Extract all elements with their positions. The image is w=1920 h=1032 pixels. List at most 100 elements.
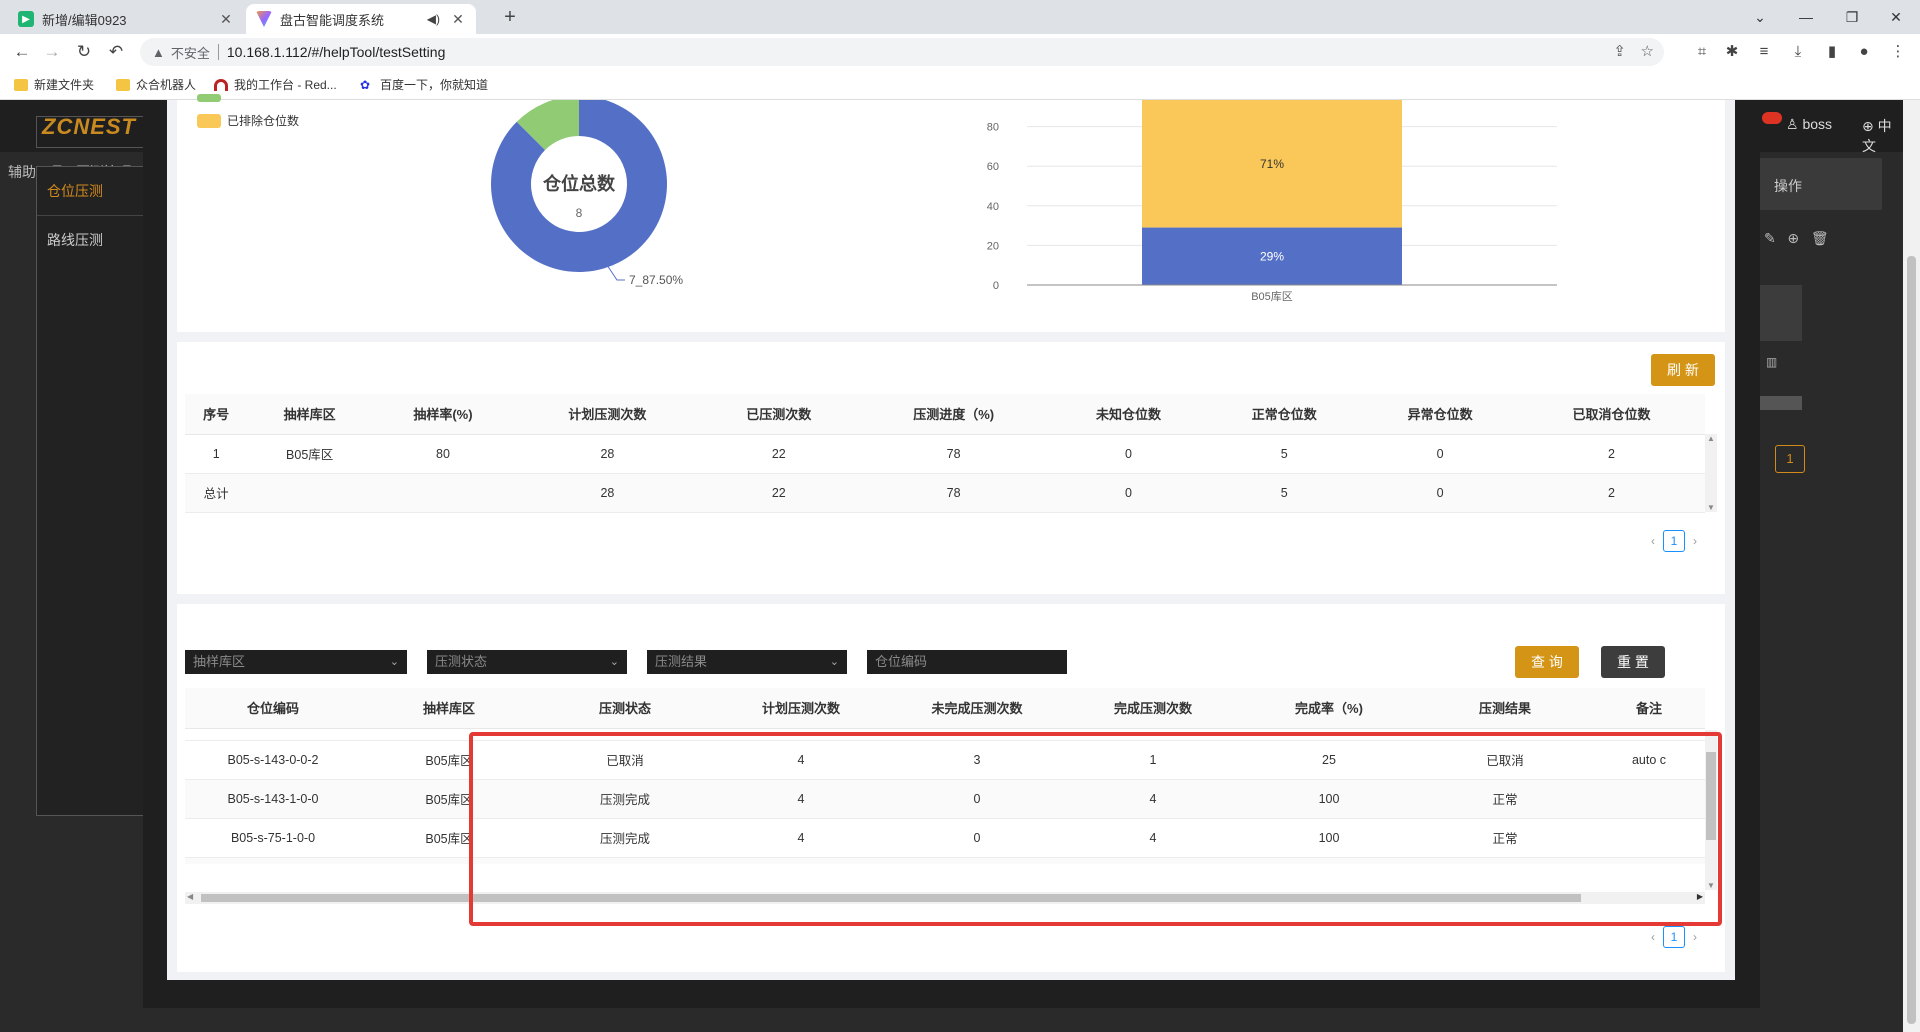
- horizontal-scrollbar[interactable]: [1760, 396, 1802, 410]
- media-icon[interactable]: ≡: [1752, 40, 1776, 64]
- menu-item-location-test[interactable]: 仓位压测: [37, 167, 143, 216]
- table-cell: 78: [856, 473, 1051, 513]
- delete-icon[interactable]: 🗑: [1811, 230, 1829, 246]
- menu-icon[interactable]: ⋮: [1886, 40, 1910, 64]
- page-number[interactable]: 1: [1663, 926, 1685, 948]
- table-cell: 2: [1518, 473, 1705, 513]
- location-code-input[interactable]: 仓位编码: [867, 650, 1067, 674]
- table-cell: 28: [513, 473, 701, 513]
- status-filter-select[interactable]: 压测状态 ⌄: [427, 650, 627, 674]
- table-cell: B05库区: [247, 434, 372, 474]
- refresh-button[interactable]: 刷 新: [1651, 354, 1715, 386]
- extensions-icon[interactable]: ✱: [1720, 40, 1744, 64]
- bar-chart: 0 20 40 60 80 71% 29% B05库区: [987, 100, 1557, 303]
- browser-tab-2[interactable]: 盘古智能调度系统 ◀) ✕: [246, 4, 476, 34]
- table-cell: 0: [1050, 473, 1207, 513]
- bookmark-star-icon[interactable]: ☆: [1641, 42, 1654, 60]
- scroll-up-icon[interactable]: ▲: [1707, 434, 1715, 443]
- operation-column-header: 操作: [1760, 158, 1882, 210]
- user-menu[interactable]: ♙ boss: [1786, 116, 1832, 133]
- column-header: 备注: [1593, 688, 1705, 729]
- column-header: 已压测次数: [700, 394, 857, 435]
- page-scrollbar[interactable]: [1903, 100, 1920, 1032]
- menu-search-input[interactable]: [36, 116, 144, 148]
- crop-icon[interactable]: ⌗: [1690, 40, 1714, 64]
- summary-vscroll[interactable]: ▲ ▼: [1705, 434, 1717, 512]
- pie-center-title: 仓位总数: [542, 173, 616, 194]
- bookmark-redmine[interactable]: 我的工作台 - Red...: [214, 76, 337, 93]
- area-filter-select[interactable]: 抽样库区 ⌄: [185, 650, 407, 674]
- table-cell: B05-s-75-1-0-0: [185, 818, 361, 858]
- result-filter-select[interactable]: 压测结果 ⌄: [647, 650, 847, 674]
- legend-swatch: [197, 113, 221, 128]
- address-bar[interactable]: ▲ 不安全 10.168.1.112/#/helpTool/testSettin…: [140, 38, 1664, 66]
- scroll-left-icon[interactable]: ◀: [187, 892, 193, 901]
- language-switch[interactable]: ⊕ 中文: [1862, 116, 1903, 156]
- legend-swatch: [197, 94, 221, 102]
- page-number[interactable]: 1: [1663, 530, 1685, 552]
- sidepanel-icon[interactable]: ▮: [1820, 40, 1844, 64]
- table-row[interactable]: 总计 28 22 78 0 5 0 2: [185, 473, 1705, 513]
- summary-table: 序号 抽样库区 抽样率(%) 计划压测次数 已压测次数 压测进度（%) 未知仓位数 正常仓位数…: [185, 394, 1705, 513]
- reset-button[interactable]: 重 置: [1601, 646, 1665, 678]
- new-tab-button[interactable]: +: [498, 6, 522, 29]
- input-placeholder: 仓位编码: [875, 654, 928, 669]
- edit-icon[interactable]: ✎: [1764, 230, 1776, 246]
- column-header: 已取消仓位数: [1518, 394, 1705, 435]
- table-row[interactable]: 1 B05库区 80 28 22 78 0 5 0 2: [185, 434, 1705, 474]
- forward-icon[interactable]: →: [40, 40, 64, 64]
- notification-badge[interactable]: [1762, 112, 1782, 124]
- bookmark-folder-1[interactable]: 新建文件夹: [14, 76, 94, 93]
- side-menu: 仓位压测 路线压测: [36, 166, 144, 816]
- bar-x-tick: B05库区: [1251, 290, 1293, 303]
- y-tick-label: 20: [987, 240, 999, 252]
- bookmark-folder-2[interactable]: 众合机器人: [116, 76, 196, 93]
- warning-icon[interactable]: ▲: [152, 45, 165, 60]
- column-header: 未知仓位数: [1050, 394, 1207, 435]
- detail-header-row: 仓位编码 抽样库区 压测状态 计划压测次数 未完成压测次数 完成压测次数 完成率（%) 压测结…: [185, 688, 1705, 729]
- audio-icon[interactable]: ◀): [427, 12, 440, 26]
- tab-search-icon[interactable]: ⌄: [1740, 4, 1780, 30]
- column-header: 计划压测次数: [713, 688, 889, 729]
- divider: [217, 44, 219, 60]
- browser-tab-1[interactable]: ▶ 新增/编辑0923 ✕: [8, 4, 244, 34]
- prev-page-icon[interactable]: ‹: [1651, 534, 1655, 548]
- select-placeholder: 压测状态: [435, 654, 488, 669]
- detail-pager: ‹ 1 ›: [1651, 926, 1697, 948]
- table-cell: 0: [1050, 434, 1207, 474]
- tab-close-icon[interactable]: ✕: [450, 11, 466, 28]
- column-header: 异常仓位数: [1362, 394, 1518, 435]
- share-icon[interactable]: ⇪: [1613, 42, 1626, 60]
- menu-item-route-test[interactable]: 路线压测: [37, 216, 143, 264]
- maximize-button[interactable]: ❐: [1832, 4, 1872, 30]
- query-button[interactable]: 查 询: [1515, 646, 1579, 678]
- prev-page-icon[interactable]: ‹: [1651, 930, 1655, 944]
- download-icon[interactable]: ⤓: [1786, 40, 1810, 64]
- minimize-button[interactable]: —: [1786, 4, 1826, 30]
- bg-page-number[interactable]: 1: [1775, 445, 1805, 473]
- profile-icon[interactable]: ●: [1852, 40, 1876, 64]
- tab-favicon-icon: ▶: [18, 11, 34, 27]
- pie-legend-item[interactable]: 已排除仓位数: [197, 112, 299, 129]
- add-icon[interactable]: ⊕: [1787, 230, 1799, 246]
- column-header: 完成率（%): [1241, 688, 1417, 729]
- url-text[interactable]: 10.168.1.112/#/helpTool/testSetting: [227, 44, 445, 60]
- column-header: 序号: [185, 394, 248, 435]
- undo-icon[interactable]: ↶: [104, 40, 128, 64]
- chart-icon[interactable]: ▥: [1766, 355, 1777, 369]
- reload-icon[interactable]: ↻: [72, 40, 96, 64]
- browser-toolbar: ← → ↻ ↶ ▲ 不安全 10.168.1.112/#/helpTool/te…: [0, 34, 1920, 70]
- next-page-icon[interactable]: ›: [1693, 930, 1697, 944]
- back-icon[interactable]: ←: [10, 40, 34, 64]
- scroll-down-icon[interactable]: ▼: [1707, 503, 1715, 512]
- tab-title: 新增/编辑0923: [42, 12, 127, 28]
- close-window-button[interactable]: ✕: [1876, 4, 1916, 30]
- bookmark-baidu[interactable]: ✿ 百度一下，你就知道: [360, 76, 488, 93]
- page-scroll-thumb[interactable]: [1907, 256, 1916, 1024]
- tab-close-icon[interactable]: ✕: [218, 11, 234, 28]
- language-label: 中文: [1862, 118, 1892, 154]
- table-cell: 80: [372, 434, 514, 474]
- next-page-icon[interactable]: ›: [1693, 534, 1697, 548]
- column-header: 正常仓位数: [1206, 394, 1363, 435]
- column-header: 仓位编码: [185, 688, 361, 729]
